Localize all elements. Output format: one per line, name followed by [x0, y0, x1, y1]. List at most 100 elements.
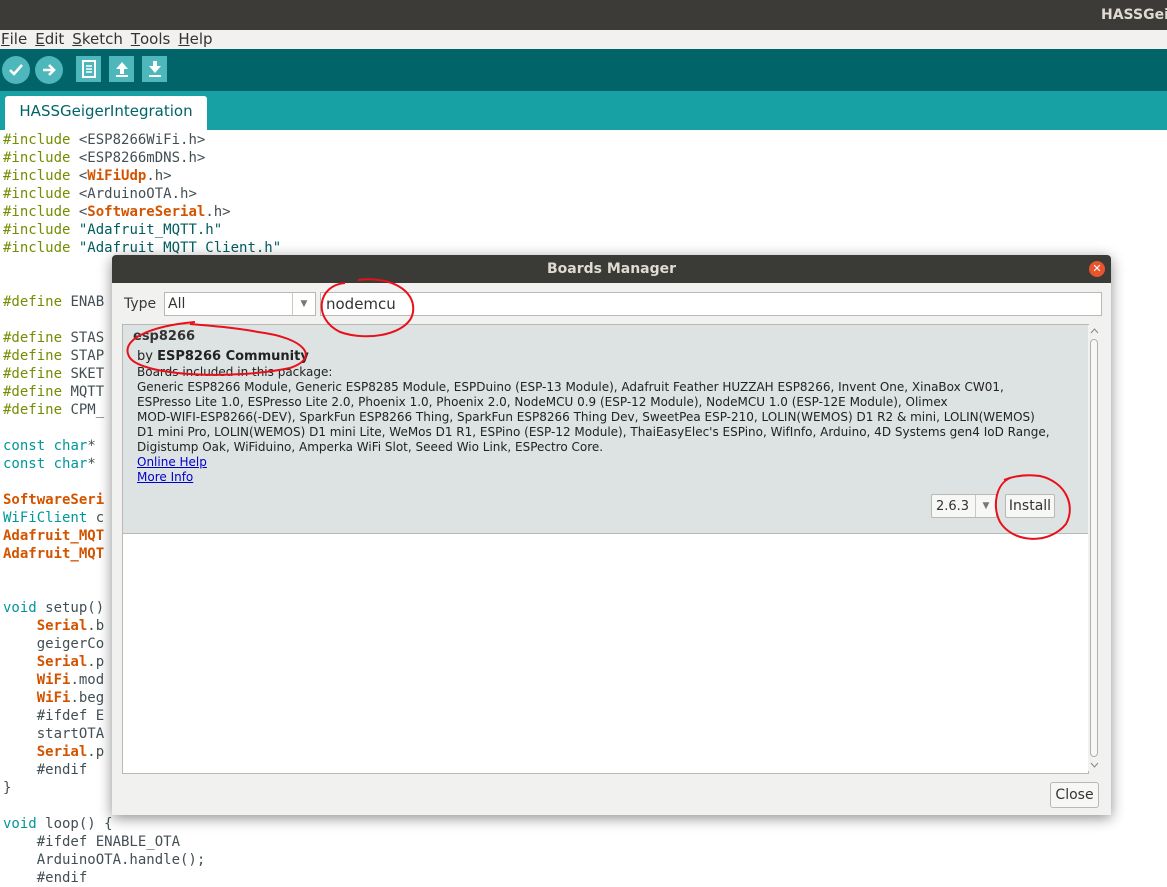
code-token: Serial — [36, 654, 88, 670]
online-help-link[interactable]: Online Help — [137, 455, 207, 469]
code-line: #include <ArduinoOTA.h> — [3, 185, 197, 203]
code-line: WiFi.beg — [3, 689, 104, 707]
code-token: #ifdef E — [3, 708, 105, 724]
menu-item-mnemonic: H — [178, 30, 190, 48]
type-select[interactable]: All ▼ — [164, 292, 316, 316]
code-line: #define SKET — [3, 365, 104, 383]
package-author: ESP8266 Community — [157, 349, 309, 364]
type-label: Type — [124, 296, 157, 312]
code-line: #include "Adafruit_MQTT.h" — [3, 221, 222, 239]
code-token: Serial — [36, 618, 88, 634]
code-token: #include — [3, 168, 71, 184]
code-token: <ESP8266mDNS.h> — [70, 150, 206, 166]
code-token: #include — [3, 204, 71, 220]
code-line: startOTA — [3, 725, 104, 743]
code-line: WiFiClient c — [3, 509, 104, 527]
code-token: .b — [87, 618, 105, 634]
save-button[interactable] — [142, 56, 167, 82]
code-line: #include <WiFiUdp.h> — [3, 167, 172, 185]
menu-item-3[interactable]: Tools — [131, 30, 171, 48]
code-line: void setup() — [3, 599, 104, 617]
code-token: #include — [3, 150, 71, 166]
scroll-up-icon[interactable] — [1088, 325, 1101, 337]
code-token: SoftwareSeri — [3, 492, 105, 508]
code-line: #include <SoftwareSerial.h> — [3, 203, 231, 221]
package-author-line: by ESP8266 Community — [137, 349, 309, 364]
code-token: .p — [87, 744, 105, 760]
code-token: Adafruit_MQT — [3, 528, 105, 544]
package-boards-line: ESPresso Lite 1.0, ESPresso Lite 2.0, Ph… — [137, 395, 948, 409]
version-select[interactable]: 2.6.3 ▼ — [931, 494, 997, 518]
new-button[interactable] — [76, 56, 101, 82]
search-input[interactable] — [320, 292, 1102, 316]
code-token: char — [45, 456, 88, 472]
window-title: HASSGeiger — [1101, 7, 1167, 23]
menu-item-2[interactable]: Sketch — [72, 30, 123, 48]
upload-button[interactable] — [35, 56, 63, 84]
code-token: loop() { — [36, 816, 113, 832]
code-token: WiFiUdp — [87, 168, 147, 184]
boards-manager-dialog: Boards Manager ✕ Type All ▼ esp8266 by E… — [112, 255, 1111, 815]
code-token: } — [3, 780, 12, 796]
more-info-link[interactable]: More Info — [137, 470, 193, 484]
code-token: SKET — [62, 366, 105, 382]
code-token: * — [87, 456, 96, 472]
menu-item-mnemonic: F — [1, 30, 10, 48]
menu-item-0[interactable]: File — [1, 30, 27, 48]
code-line: SoftwareSeri — [3, 491, 104, 509]
code-token: * — [87, 438, 96, 454]
menu-item-4[interactable]: Help — [178, 30, 212, 48]
code-line: const char* — [3, 437, 96, 455]
verify-icon — [9, 64, 23, 76]
code-token: const — [3, 456, 46, 472]
code-line: Serial.b — [3, 617, 104, 635]
package-boards-line: Digistump Oak, WiFiduino, Amperka WiFi S… — [137, 440, 604, 454]
chevron-down-icon: ▼ — [292, 293, 315, 315]
menu-item-mnemonic: E — [35, 30, 45, 48]
menu-bar: File Edit Sketch Tools Help — [0, 30, 1167, 49]
code-token: STAP — [62, 348, 105, 364]
package-boards-line: MOD-WIFI-ESP8266(-DEV), SparkFun ESP8266… — [137, 410, 1035, 424]
code-line: Adafruit_MQT — [3, 545, 104, 563]
menu-item-1[interactable]: Edit — [35, 30, 64, 48]
code-line: #define STAP — [3, 347, 104, 365]
verify-button[interactable] — [2, 56, 30, 84]
close-button[interactable]: Close — [1050, 782, 1099, 808]
code-token: .h> — [205, 204, 231, 220]
menu-item-rest: ile — [9, 30, 28, 48]
open-button[interactable] — [109, 56, 134, 82]
code-line: #endif — [3, 869, 88, 887]
code-token: #include — [3, 240, 71, 256]
code-token: ENAB — [62, 294, 105, 310]
code-token: startOTA — [3, 726, 105, 742]
tab-bar: HASSGeigerIntegration — [0, 91, 1167, 130]
code-token: #define — [3, 366, 63, 382]
code-token: WiFiClient — [3, 510, 88, 526]
code-token: Adafruit_MQT — [3, 546, 105, 562]
code-token: .h> — [146, 168, 172, 184]
scroll-thumb[interactable] — [1090, 339, 1098, 757]
type-select-value: All — [168, 296, 186, 312]
code-token: SoftwareSerial — [87, 204, 206, 220]
list-scrollbar[interactable] — [1088, 325, 1101, 771]
code-token: c — [87, 510, 105, 526]
code-line: #define STAS — [3, 329, 104, 347]
code-token: ArduinoOTA.handle(); — [3, 852, 206, 868]
scroll-down-icon[interactable] — [1088, 759, 1101, 771]
install-button[interactable]: Install — [1005, 494, 1055, 518]
package-entry[interactable]: esp8266 by ESP8266 Community Boards incl… — [123, 325, 1088, 534]
tab-sketch[interactable]: HASSGeigerIntegration — [5, 96, 207, 130]
code-line: #define ENAB — [3, 293, 104, 311]
window-title-bar: HASSGeiger — [0, 0, 1167, 30]
toolbar — [0, 49, 1167, 91]
code-token: #endif — [3, 762, 88, 778]
code-token: <ArduinoOTA.h> — [70, 186, 197, 202]
code-token: const — [3, 438, 46, 454]
dialog-close-icon[interactable]: ✕ — [1089, 261, 1105, 277]
chevron-down-icon: ▼ — [975, 495, 996, 517]
code-line: const char* — [3, 455, 96, 473]
code-token: .beg — [70, 690, 105, 706]
code-token: "Adafruit_MQTT_Client.h" — [70, 240, 282, 256]
